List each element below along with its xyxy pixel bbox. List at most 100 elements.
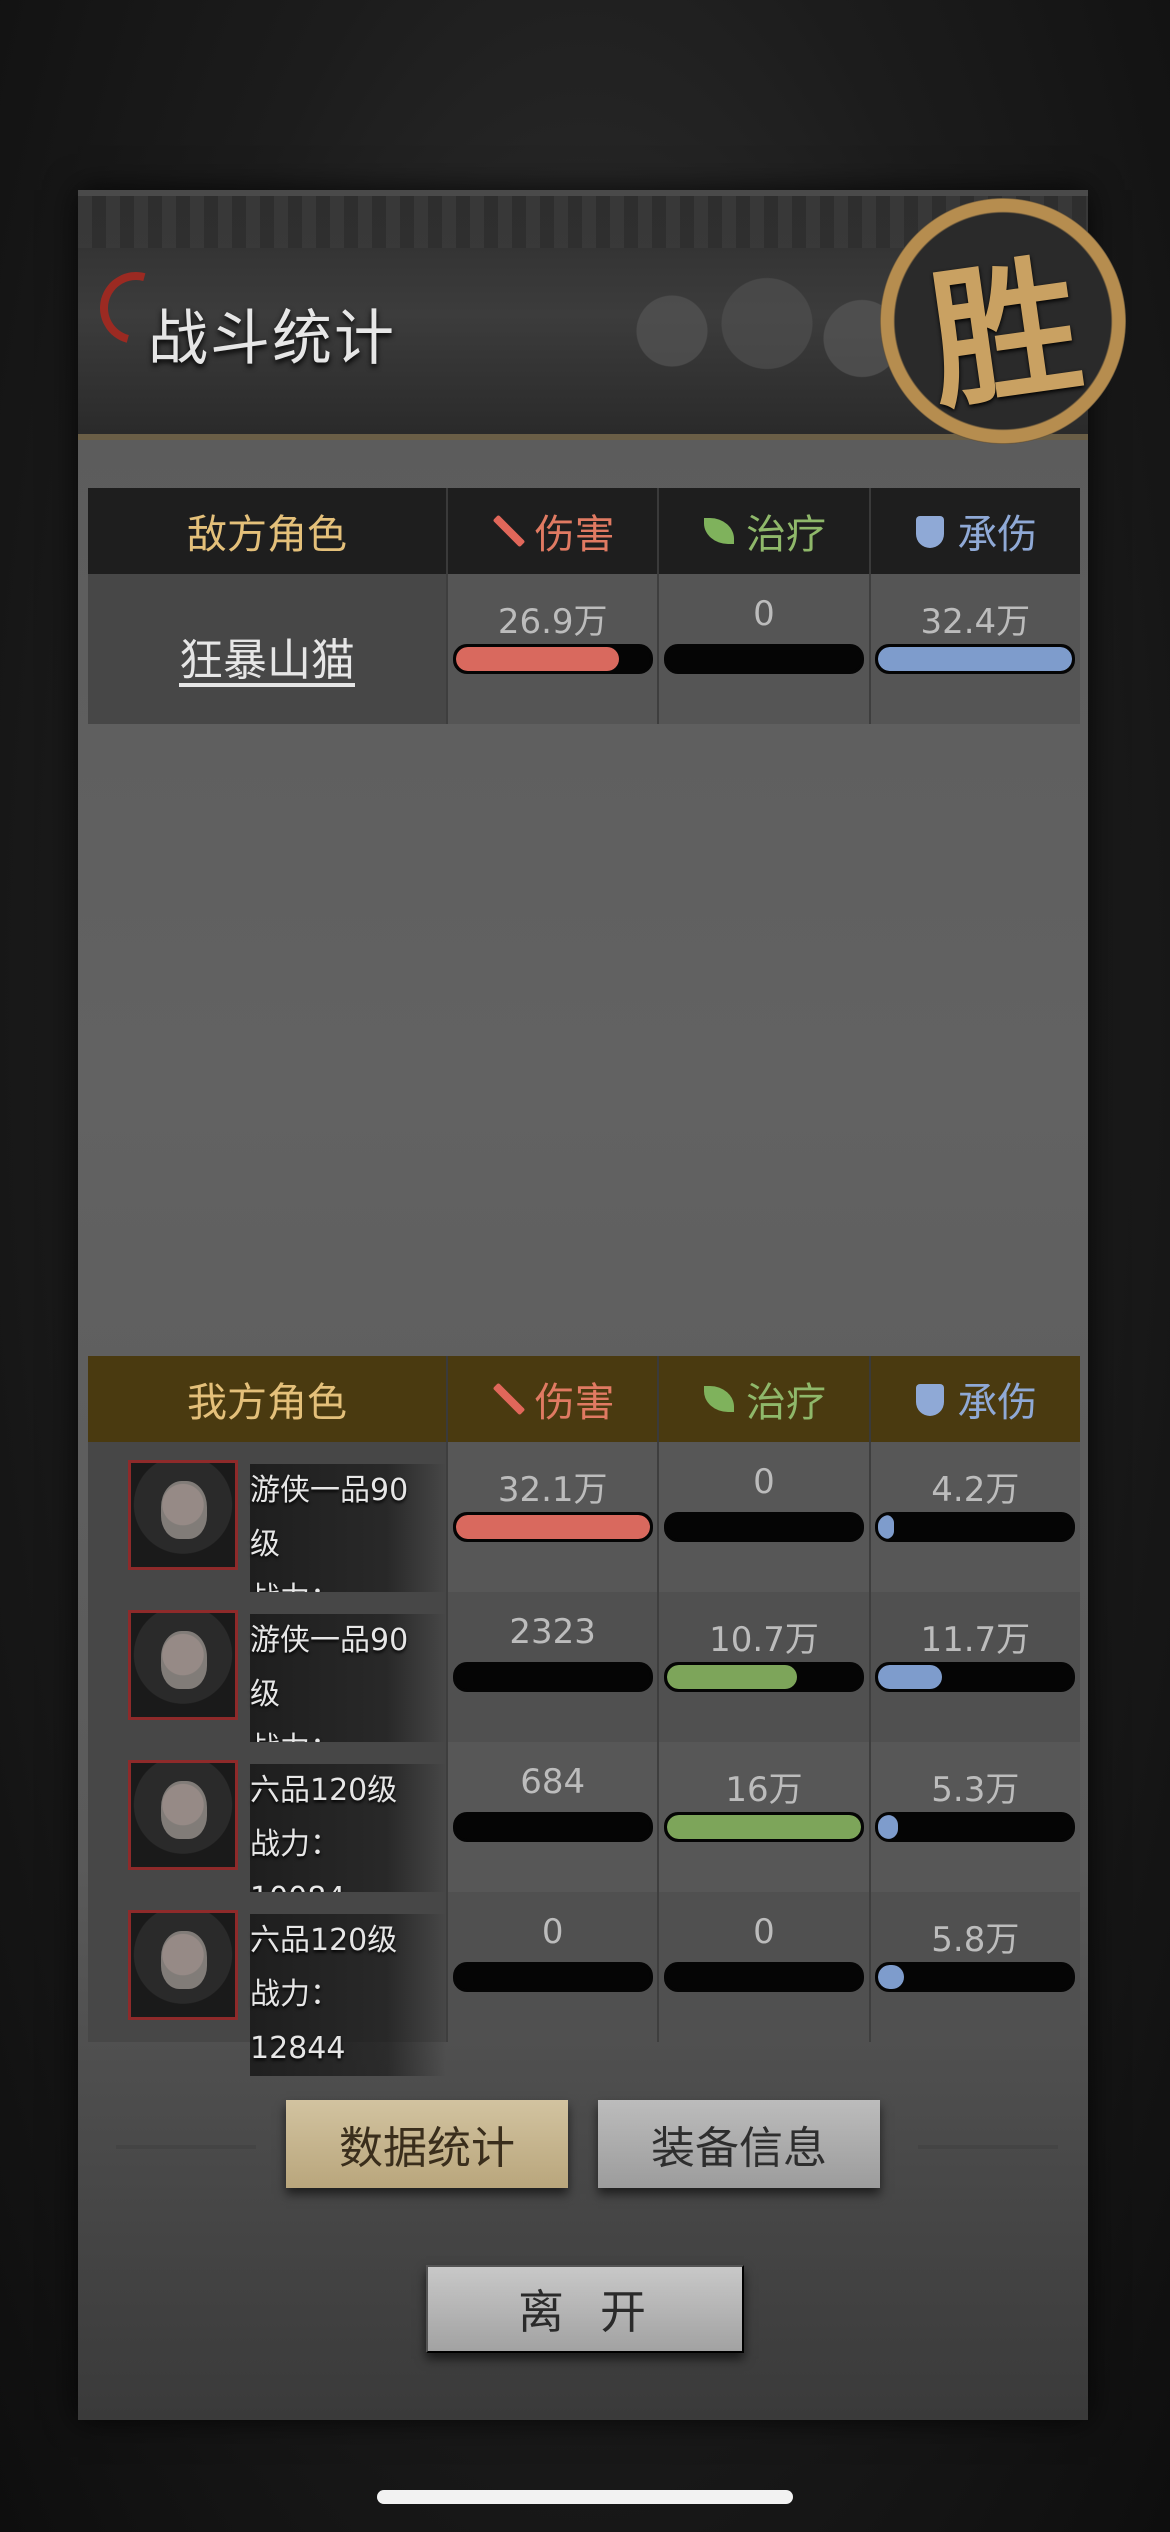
enemy-role-header: 敌方角色 — [187, 512, 347, 558]
damage-bar-fill — [455, 1515, 650, 1539]
tank-bar-fill — [878, 1515, 894, 1539]
damage-cell: 2323 — [446, 1592, 657, 1742]
table-row[interactable]: 六品120级 战力：12844 0 0 5.8万 — [88, 1892, 1080, 2076]
tank-value: 11.7万 — [920, 1620, 1031, 1660]
damage-cell: 0 — [446, 1892, 657, 2042]
damage-header-label: 伤害 — [534, 1380, 615, 1426]
tank-bar — [875, 1662, 1076, 1692]
damage-cell: 26.9万 — [446, 574, 657, 724]
tank-value: 5.3万 — [931, 1770, 1020, 1810]
heal-header-label: 治疗 — [745, 512, 826, 558]
heal-value: 16万 — [725, 1770, 803, 1810]
enemy-name-link[interactable]: 狂暴山猫 — [88, 624, 446, 688]
damage-bar — [452, 1812, 653, 1842]
home-indicator[interactable] — [377, 2490, 793, 2504]
heal-header: 治疗 — [657, 1356, 868, 1442]
ally-table-header: 我方角色 伤害 治疗 承伤 — [88, 1356, 1080, 1442]
heal-value: 0 — [753, 1912, 775, 1952]
leaf-icon — [702, 1382, 736, 1416]
avatar[interactable] — [128, 1610, 238, 1720]
heal-bar — [663, 1812, 864, 1842]
table-row[interactable]: 六品120级 战力：10084 684 16万 5.3万 — [88, 1742, 1080, 1926]
tank-bar — [875, 1812, 1076, 1842]
heal-bar — [663, 1662, 864, 1692]
tank-bar — [875, 1512, 1076, 1542]
heal-value: 0 — [753, 594, 775, 634]
divider-right — [918, 2145, 1058, 2149]
damage-bar — [452, 1662, 653, 1692]
ally-rank: 六品120级 — [250, 1764, 446, 1818]
heal-bar-fill — [666, 1665, 797, 1689]
avatar[interactable] — [128, 1760, 238, 1870]
heal-value: 10.7万 — [709, 1620, 819, 1660]
page-title: 战斗统计 — [148, 304, 396, 374]
damage-value: 26.9万 — [497, 602, 608, 642]
ally-rank: 游侠一品90级 — [250, 1614, 446, 1722]
damage-bar-fill — [455, 647, 619, 671]
shield-icon — [913, 1382, 947, 1416]
damage-header: 伤害 — [446, 1356, 657, 1442]
tank-bar-fill — [878, 647, 1073, 671]
tank-header-label: 承伤 — [957, 512, 1038, 558]
damage-cell: 684 — [446, 1742, 657, 1892]
damage-header-label: 伤害 — [534, 512, 615, 558]
ally-info-cell: 游侠一品90级 战力：16269 — [88, 1442, 446, 1680]
heal-cell: 0 — [657, 574, 868, 724]
tank-bar — [875, 1962, 1076, 1992]
equipment-info-button[interactable]: 装备信息 — [598, 2100, 880, 2188]
tank-header: 承伤 — [868, 488, 1080, 574]
ally-role-header: 我方角色 — [187, 1380, 347, 1426]
tank-cell: 32.4万 — [868, 574, 1080, 724]
table-row[interactable]: 游侠一品90级 战力：13000 2323 10.7万 11.7万 — [88, 1592, 1080, 1830]
ally-info-cell: 六品120级 战力：10084 — [88, 1742, 446, 1926]
damage-bar — [452, 644, 653, 674]
ally-table: 我方角色 伤害 治疗 承伤 游侠一品90级 战力：16269 32.1万 0 — [88, 1356, 1080, 2076]
tank-cell: 4.2万 — [868, 1442, 1080, 1592]
damage-bar — [452, 1962, 653, 1992]
tank-bar-fill — [878, 1965, 904, 1989]
heal-cell: 10.7万 — [657, 1592, 868, 1742]
victory-seal: 胜 — [880, 198, 1126, 444]
tank-header-label: 承伤 — [957, 1380, 1038, 1426]
enemy-name-cell: 狂暴山猫 — [88, 574, 446, 724]
tank-cell: 11.7万 — [868, 1592, 1080, 1742]
tank-value: 32.4万 — [920, 602, 1031, 642]
heal-bar — [663, 644, 864, 674]
ally-rank: 游侠一品90级 — [250, 1464, 446, 1572]
victory-seal-text: 胜 — [918, 235, 1092, 431]
avatar[interactable] — [128, 1910, 238, 2020]
heal-header-label: 治疗 — [745, 1380, 826, 1426]
tank-bar-fill — [878, 1815, 898, 1839]
tank-value: 5.8万 — [931, 1920, 1020, 1960]
enemy-table-header: 敌方角色 伤害 治疗 承伤 — [88, 488, 1080, 574]
tank-value: 4.2万 — [931, 1470, 1020, 1510]
tank-bar-fill — [878, 1665, 943, 1689]
damage-value: 684 — [520, 1762, 586, 1802]
heal-cell: 16万 — [657, 1742, 868, 1892]
table-row[interactable]: 游侠一品90级 战力：16269 32.1万 0 4.2万 — [88, 1442, 1080, 1680]
data-stats-button[interactable]: 数据统计 — [286, 2100, 568, 2188]
ally-info: 六品120级 战力：12844 — [250, 1914, 446, 2076]
damage-header: 伤害 — [446, 488, 657, 574]
ally-power: 战力：12844 — [250, 1968, 446, 2076]
enemy-table: 敌方角色 伤害 治疗 承伤 狂暴山猫 26.9万 0 32.4万 — [88, 488, 1080, 724]
heal-cell: 0 — [657, 1442, 868, 1592]
tank-bar — [875, 644, 1076, 674]
damage-bar — [452, 1512, 653, 1542]
leave-button[interactable]: 离开 — [426, 2265, 744, 2353]
heal-value: 0 — [753, 1462, 775, 1502]
damage-cell: 32.1万 — [446, 1442, 657, 1592]
table-row[interactable]: 狂暴山猫 26.9万 0 32.4万 — [88, 574, 1080, 724]
avatar[interactable] — [128, 1460, 238, 1570]
heal-bar — [663, 1512, 864, 1542]
shield-icon — [913, 514, 947, 548]
heal-bar-fill — [666, 1815, 861, 1839]
ally-info-cell: 六品120级 战力：12844 — [88, 1892, 446, 2076]
damage-value: 0 — [541, 1912, 564, 1952]
tank-cell: 5.8万 — [868, 1892, 1080, 2042]
sword-icon — [491, 1382, 525, 1416]
damage-value: 32.1万 — [497, 1470, 608, 1510]
heal-bar — [663, 1962, 864, 1992]
sword-icon — [491, 514, 525, 548]
tank-cell: 5.3万 — [868, 1742, 1080, 1892]
